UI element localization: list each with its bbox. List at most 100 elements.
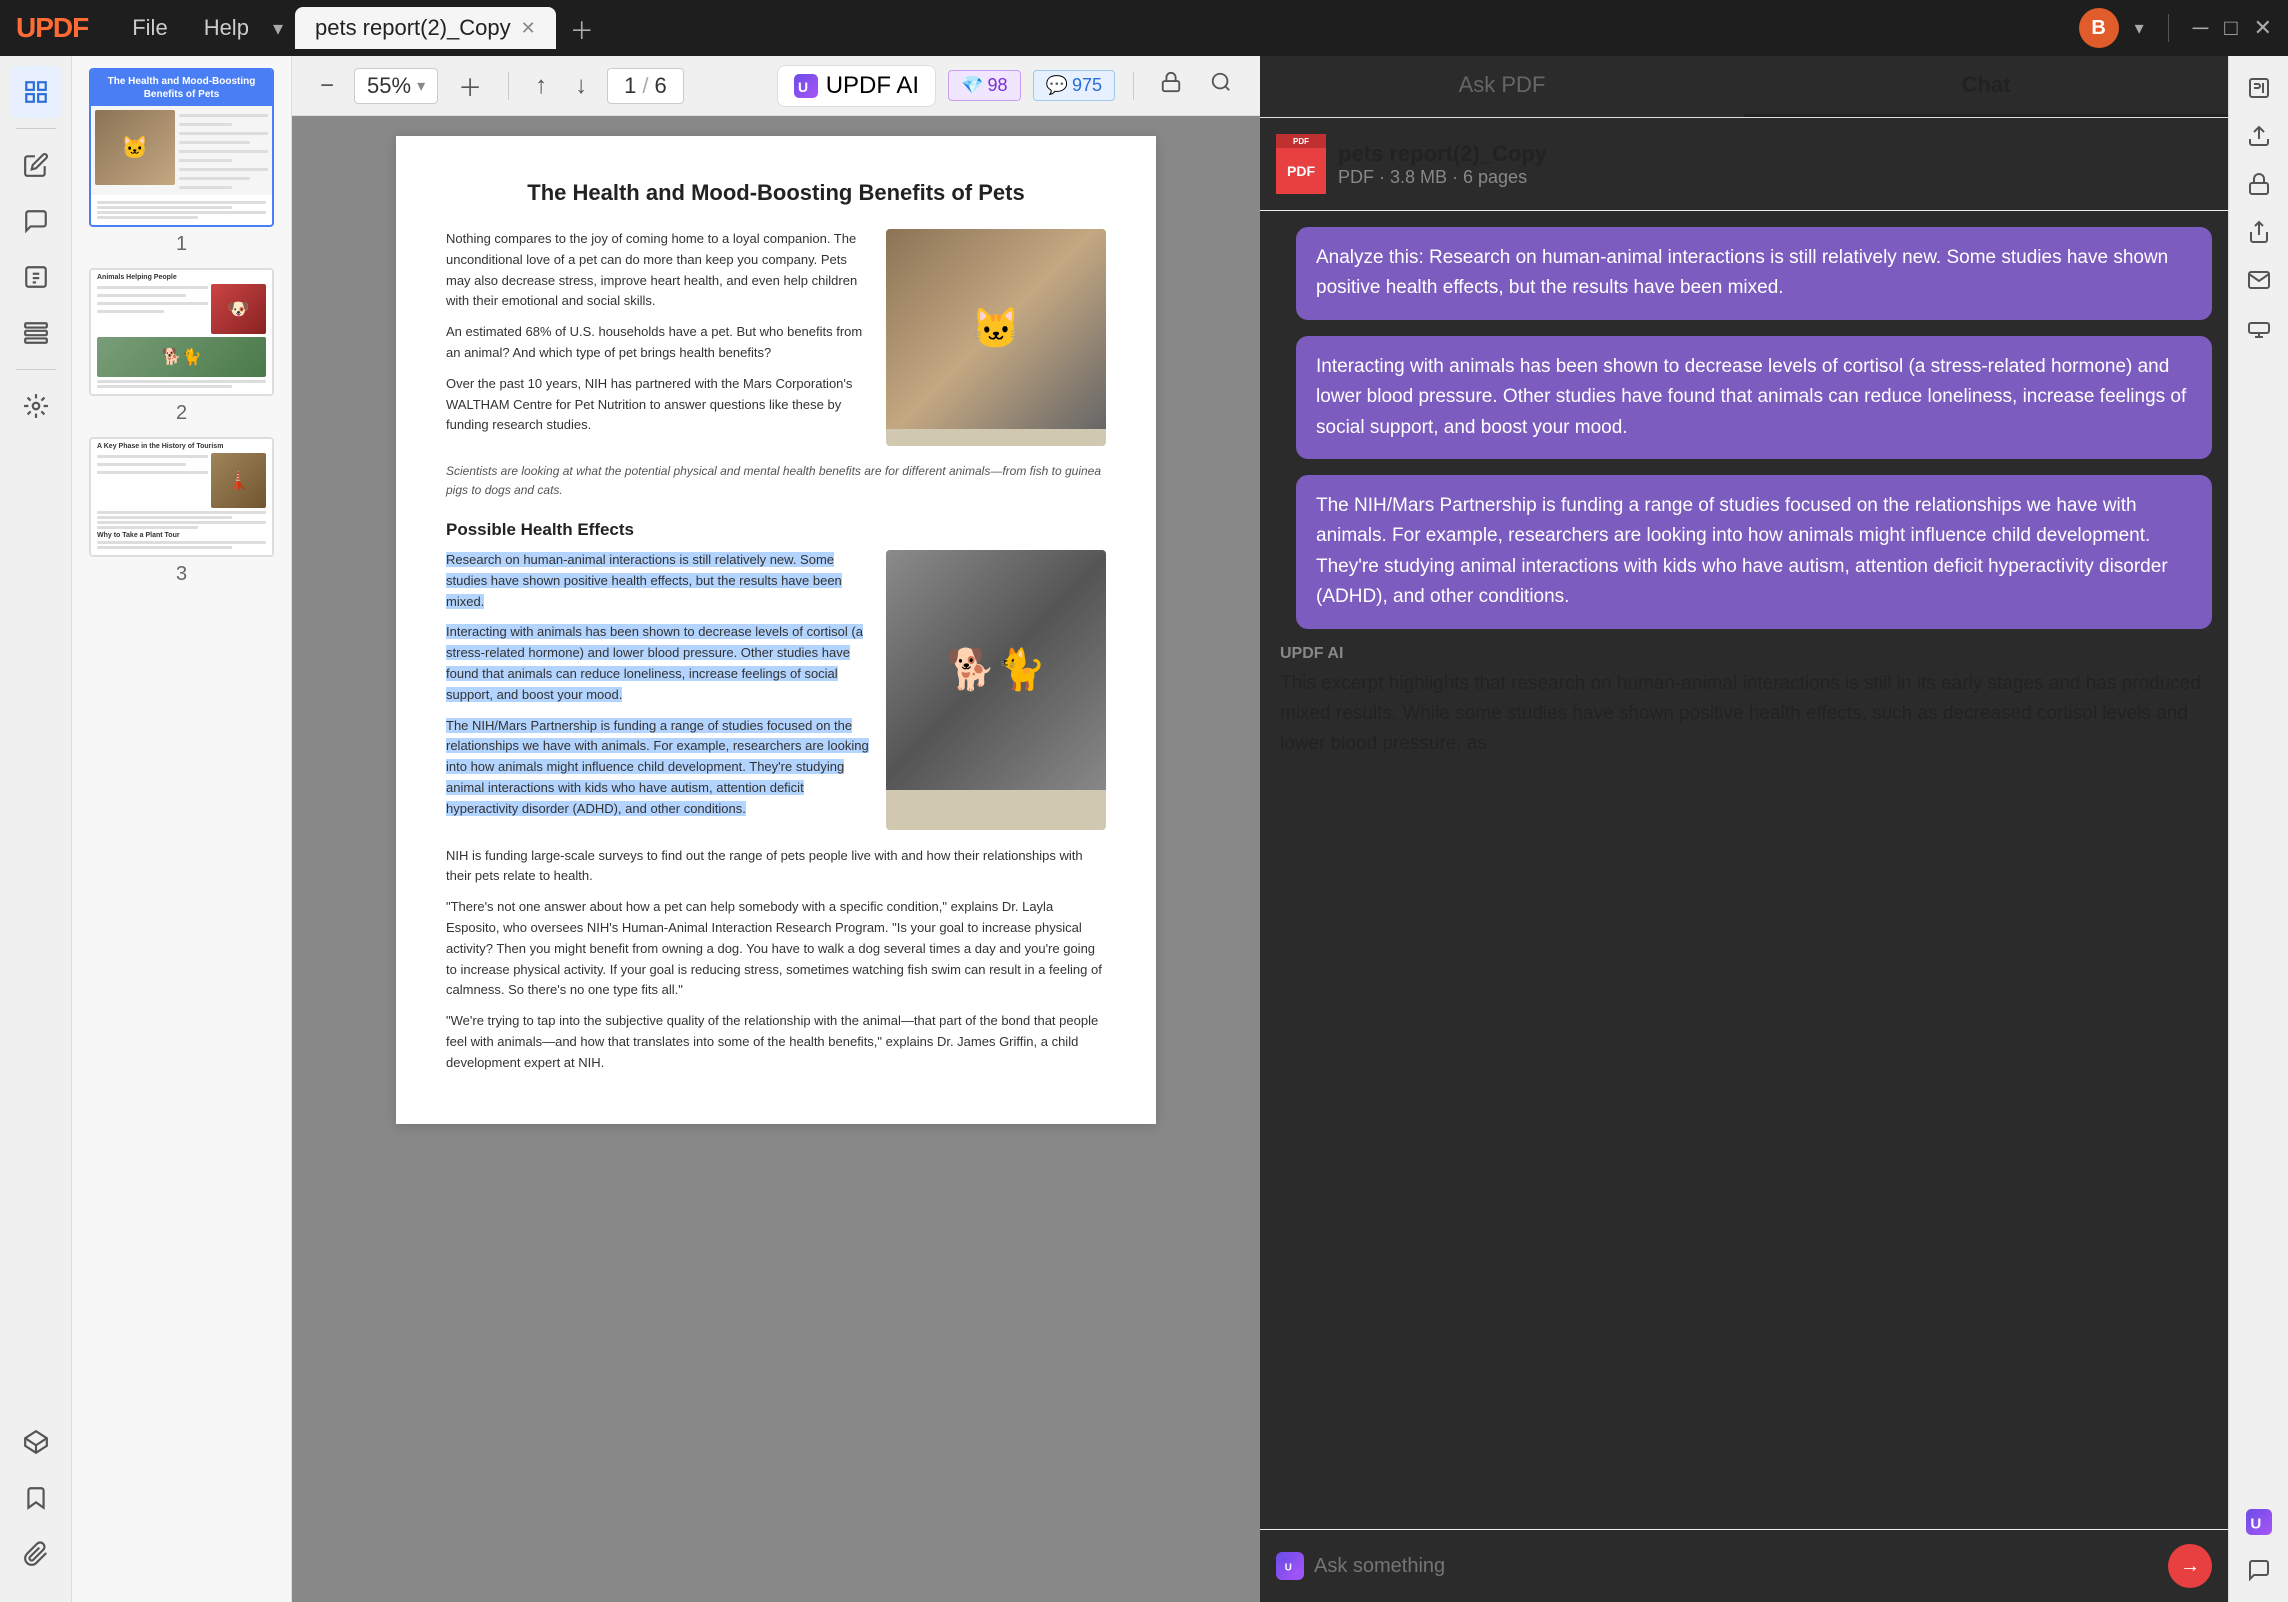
tab-dropdown[interactable]: ▾	[273, 16, 283, 41]
purple-credits-value: 98	[988, 75, 1008, 96]
share-icon[interactable]	[2237, 210, 2281, 254]
chat-credits-icon: 💬	[1046, 75, 1068, 96]
tab-chat[interactable]: Chat	[1744, 56, 2228, 117]
pdf-intro-1: Nothing compares to the joy of coming ho…	[446, 229, 870, 312]
zoom-dropdown-icon[interactable]: ▾	[417, 76, 425, 96]
thumbnails-icon[interactable]	[10, 66, 62, 118]
blue-credits-value: 975	[1072, 75, 1102, 96]
pdf-intro-2: An estimated 68% of U.S. households have…	[446, 322, 870, 364]
ai-panel: Ask PDF Chat PDF PDF pets report(2)_Copy…	[1260, 56, 2228, 1602]
pdf-cat-image: 🐱	[886, 229, 1106, 446]
pdf-dog-cat-image: 🐕🐈	[886, 550, 1106, 830]
export-icon[interactable]	[2237, 114, 2281, 158]
zoom-display[interactable]: 55% ▾	[354, 68, 438, 104]
pdf-section1: Possible Health Effects	[446, 517, 1106, 543]
ai-file-name: pets report(2)_Copy	[1338, 141, 2212, 167]
comment-icon[interactable]	[10, 195, 62, 247]
lock-toolbar-icon[interactable]	[1152, 67, 1190, 104]
updf-ai-button[interactable]: U UPDF AI	[777, 65, 936, 107]
tab-area: pets report(2)_Copy ✕ ＋	[295, 7, 2067, 50]
menu-help[interactable]: Help	[192, 9, 261, 47]
gem-icon: 💎	[961, 75, 983, 96]
zoom-value: 55%	[367, 73, 411, 99]
ai-response-text: This excerpt highlights that research on…	[1280, 669, 2208, 760]
thumbnail-3[interactable]: A Key Phase in the History of Tourism 🗼 …	[89, 437, 274, 586]
updf-ai-label: UPDF AI	[826, 72, 919, 100]
updf-footer-icon[interactable]: U	[2237, 1500, 2281, 1544]
pdf-nih-text: The NIH/Mars Partnership is funding a ra…	[446, 716, 870, 820]
close-button[interactable]: ✕	[2254, 15, 2272, 41]
edit-icon[interactable]	[10, 139, 62, 191]
left-sidebar	[0, 56, 72, 1602]
attach-icon[interactable]	[10, 1528, 62, 1580]
highlight-3: The NIH/Mars Partnership is funding a ra…	[446, 718, 869, 816]
main-area: The Health and Mood-Boosting Benefits of…	[0, 56, 2288, 1602]
ai-sidebar-icon[interactable]	[10, 380, 62, 432]
right-sidebar: U	[2228, 56, 2288, 1602]
zoom-out-button[interactable]: −	[312, 68, 342, 104]
close-tab-icon[interactable]: ✕	[521, 18, 536, 39]
dropdown-icon[interactable]: ▾	[2135, 18, 2144, 39]
chat-footer-icon[interactable]	[2237, 1548, 2281, 1592]
pdf-health-1: Research on human-animal interactions is…	[446, 550, 870, 612]
minimize-button[interactable]: ─	[2193, 15, 2209, 41]
svg-text:U: U	[1285, 1563, 1292, 1574]
menu-file[interactable]: File	[120, 9, 179, 47]
page-display: 1 / 6	[607, 68, 684, 104]
svg-text:U: U	[798, 79, 808, 95]
ai-file-meta: PDF · 3.8 MB · 6 pages	[1338, 167, 2212, 188]
pdf-page: The Health and Mood-Boosting Benefits of…	[396, 136, 1156, 1124]
blue-credits-badge[interactable]: 💬 975	[1033, 70, 1115, 101]
maximize-button[interactable]: □	[2224, 15, 2237, 41]
add-tab-button[interactable]: ＋	[560, 7, 604, 50]
ai-file-info: PDF PDF pets report(2)_Copy PDF · 3.8 MB…	[1260, 118, 2228, 211]
page-total: 6	[654, 73, 666, 99]
viewer-toolbar: − 55% ▾ ＋ ↑ ↓ 1 / 6 U UPDF AI 💎 98	[292, 56, 1260, 116]
highlight-2: Interacting with animals has been shown …	[446, 624, 863, 701]
tab-pets-report[interactable]: pets report(2)_Copy ✕	[295, 7, 556, 49]
prev-page-top-button[interactable]: ↑	[527, 68, 555, 104]
user-message-2: Interacting with animals has been shown …	[1296, 336, 2212, 459]
tab-ask-pdf[interactable]: Ask PDF	[1260, 56, 1744, 117]
ai-input-area: U →	[1260, 1529, 2228, 1602]
ai-send-button[interactable]: →	[2168, 1544, 2212, 1588]
thumbnail-2[interactable]: Animals Helping People 🐶 🐕🐈 2	[89, 268, 274, 425]
stack-icon[interactable]	[10, 1416, 62, 1468]
tab-label: pets report(2)_Copy	[315, 15, 511, 41]
thumbnail-1[interactable]: The Health and Mood-Boosting Benefits of…	[89, 68, 274, 256]
stamp-icon[interactable]	[2237, 306, 2281, 350]
user-message-3: The NIH/Mars Partnership is funding a ra…	[1296, 475, 2212, 629]
ai-label: UPDF AI	[1280, 645, 2208, 663]
ai-tabs: Ask PDF Chat	[1260, 56, 2228, 118]
updf-logo-icon: U	[794, 74, 818, 98]
organize-icon[interactable]	[10, 307, 62, 359]
pdf-quote: "There's not one answer about how a pet …	[446, 897, 1106, 1001]
thumbnail-panel: The Health and Mood-Boosting Benefits of…	[72, 56, 292, 1602]
pdf-icon-label: PDF	[1287, 163, 1315, 179]
form-icon[interactable]	[10, 251, 62, 303]
pdf-caption-1: Scientists are looking at what the poten…	[446, 462, 1106, 500]
send-icon: →	[2180, 1555, 2200, 1578]
ocr-icon[interactable]	[2237, 66, 2281, 110]
profile-button[interactable]: B	[2079, 8, 2119, 48]
pdf-viewer: − 55% ▾ ＋ ↑ ↓ 1 / 6 U UPDF AI 💎 98	[292, 56, 1260, 1602]
next-page-button[interactable]: ↓	[567, 68, 595, 104]
page-current[interactable]: 1	[624, 73, 636, 99]
bookmark-list-icon[interactable]	[10, 1472, 62, 1524]
updf-ai-small-logo: U	[1276, 1552, 1304, 1580]
ai-input-field[interactable]	[1314, 1555, 2158, 1578]
titlebar: UPDF File Help ▾ pets report(2)_Copy ✕ ＋…	[0, 0, 2288, 56]
pdf-quote2: "We're trying to tap into the subjective…	[446, 1011, 1106, 1073]
search-toolbar-button[interactable]	[1202, 67, 1240, 104]
purple-credits-badge[interactable]: 💎 98	[948, 70, 1020, 101]
pdf-intro-3: Over the past 10 years, NIH has partnere…	[446, 374, 870, 436]
pdf-file-icon: PDF PDF	[1276, 134, 1326, 194]
user-message-1: Analyze this: Research on human-animal i…	[1296, 227, 2212, 320]
mail-icon[interactable]	[2237, 258, 2281, 302]
pdf-title: The Health and Mood-Boosting Benefits of…	[446, 176, 1106, 209]
app-logo: UPDF	[16, 12, 88, 44]
ai-response-1: UPDF AI This excerpt highlights that res…	[1276, 645, 2212, 760]
zoom-in-button[interactable]: ＋	[450, 64, 490, 107]
svg-text:U: U	[2250, 1516, 2261, 1533]
lock-icon[interactable]	[2237, 162, 2281, 206]
